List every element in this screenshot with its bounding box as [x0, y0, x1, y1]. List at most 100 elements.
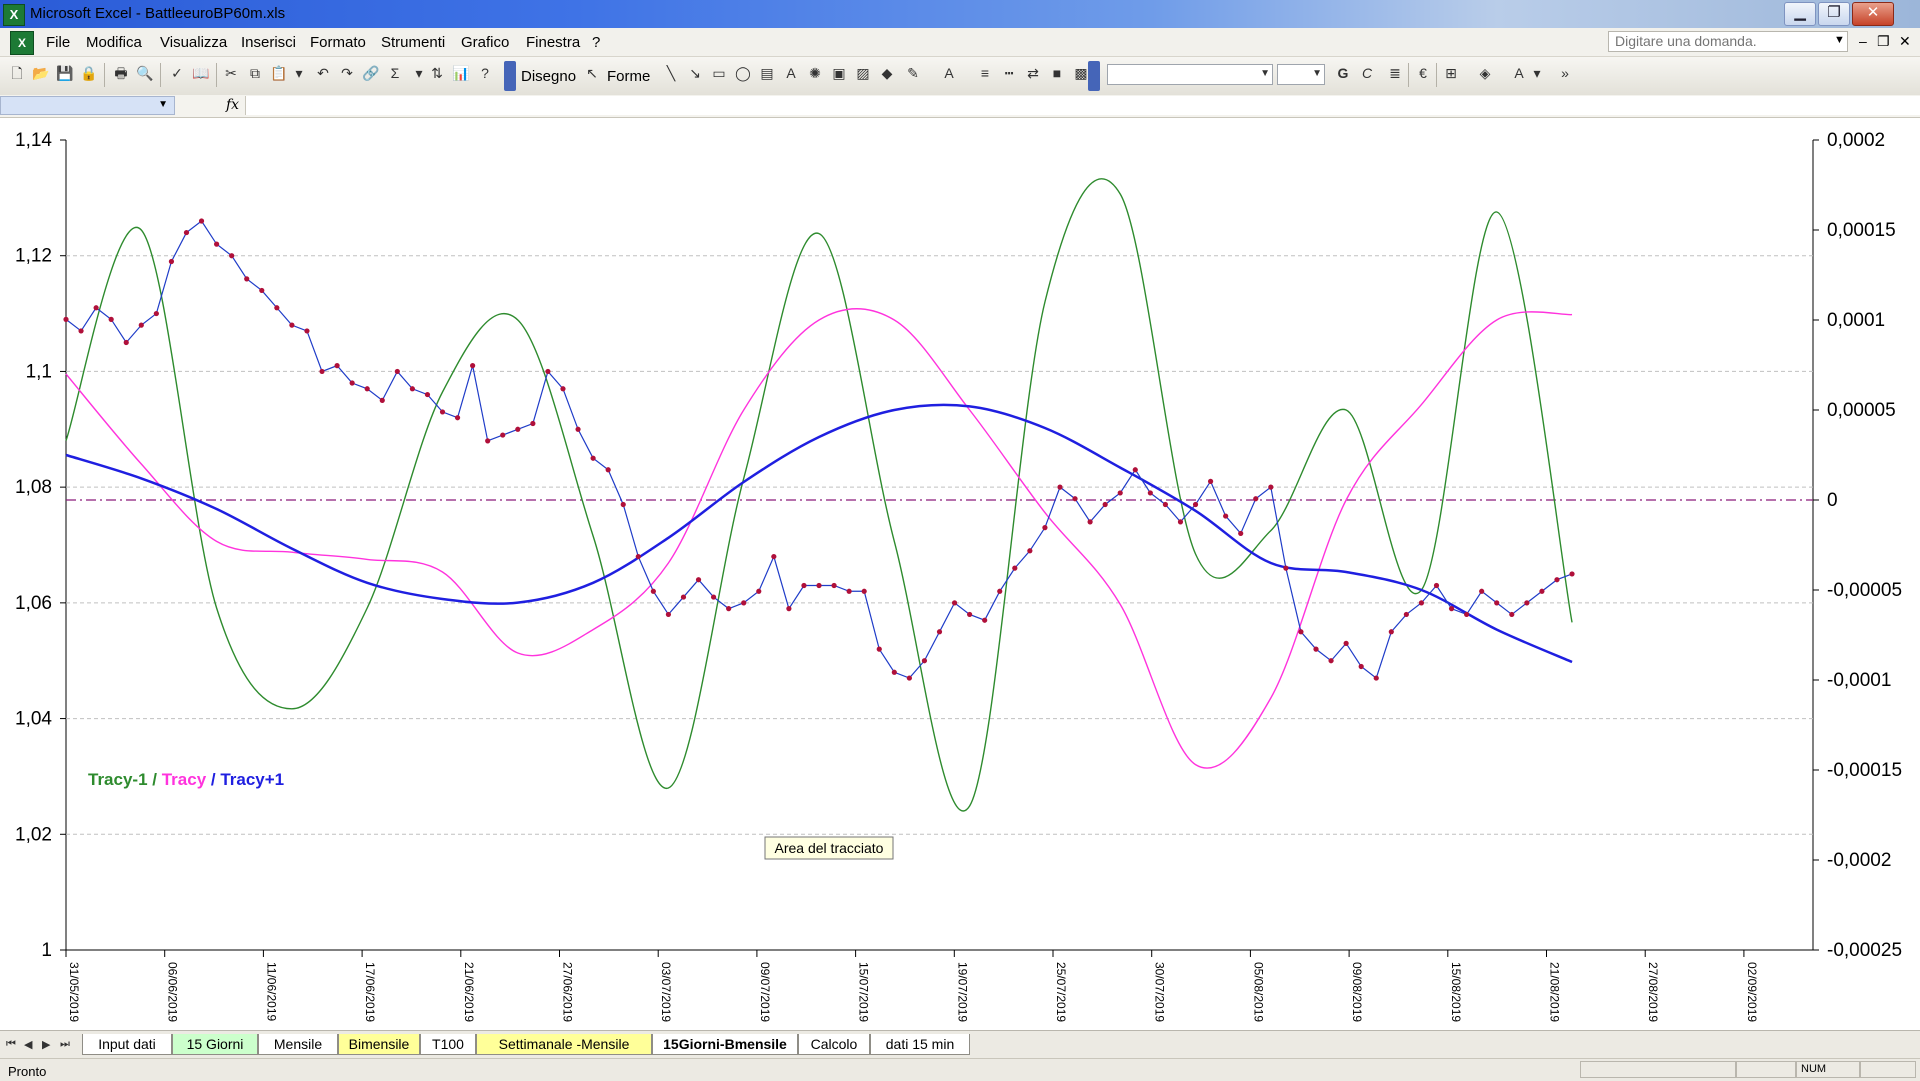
menu-strumenti[interactable]: Strumenti: [381, 34, 445, 51]
textbox-icon[interactable]: ▤: [758, 64, 776, 82]
wordart-icon[interactable]: A: [782, 64, 800, 82]
price-marker: [1448, 606, 1455, 612]
maximize-button[interactable]: ❐: [1818, 2, 1850, 26]
help-search-input[interactable]: [1608, 31, 1848, 52]
price-marker: [1554, 577, 1560, 583]
sheet-tab-15-giorni[interactable]: 15 Giorni: [172, 1034, 258, 1055]
italic-icon[interactable]: C: [1358, 64, 1376, 82]
clipart-icon[interactable]: ▣: [830, 64, 848, 82]
menu-grafico[interactable]: Grafico: [461, 34, 509, 51]
drawing-menu[interactable]: Disegno: [521, 68, 576, 85]
copy-icon[interactable]: ⧉: [246, 64, 264, 82]
select-objects-icon[interactable]: ↖: [583, 64, 601, 82]
sheet-tab-t100[interactable]: T100: [420, 1034, 476, 1055]
open-folder-icon[interactable]: 📂: [32, 64, 50, 82]
cut-icon[interactable]: ✂: [222, 64, 240, 82]
mdi-minimize-button[interactable]: –: [1859, 33, 1867, 49]
sheet-tab-calcolo[interactable]: Calcolo: [798, 1034, 870, 1055]
chevron-down-icon[interactable]: ▾: [1528, 64, 1546, 82]
price-marker: [726, 606, 732, 612]
undo-icon[interactable]: ↶: [314, 64, 332, 82]
right-tick-label: 0,0002: [1827, 130, 1885, 151]
workbook-icon[interactable]: X: [10, 31, 34, 55]
print-preview-icon[interactable]: 🔍: [136, 64, 154, 82]
sort-icon[interactable]: ⇅: [428, 64, 446, 82]
price-marker: [695, 577, 702, 583]
mdi-close-button[interactable]: ✕: [1899, 33, 1911, 50]
line-style-icon[interactable]: ≡: [976, 64, 994, 82]
arrow-icon[interactable]: ↘: [686, 64, 704, 82]
spelling-icon[interactable]: ✓: [168, 64, 186, 82]
sheet-tab-dati-15-min[interactable]: dati 15 min: [870, 1034, 970, 1055]
oval-icon[interactable]: ◯: [734, 64, 752, 82]
shadow-icon[interactable]: ■: [1048, 64, 1066, 82]
next-sheet-icon[interactable]: ▶: [42, 1038, 50, 1051]
paste-icon[interactable]: 📋: [270, 64, 288, 82]
sheet-tab-bimensile[interactable]: Bimensile: [338, 1034, 420, 1055]
text-color-icon[interactable]: A: [1510, 64, 1528, 82]
redo-icon[interactable]: ↷: [338, 64, 356, 82]
euro-icon[interactable]: €: [1414, 64, 1432, 82]
line-icon[interactable]: ╲: [662, 64, 680, 82]
function-icon[interactable]: fx: [226, 97, 239, 113]
fill-color-icon[interactable]: ◆: [878, 64, 896, 82]
toolbar-grip[interactable]: [1088, 61, 1100, 91]
fill-bucket-icon[interactable]: ◈: [1476, 64, 1494, 82]
shapes-menu[interactable]: Forme: [607, 68, 650, 85]
close-button[interactable]: ✕: [1852, 2, 1894, 26]
font-size-combo[interactable]: ▼: [1277, 64, 1325, 85]
right-tick-label: -0,0002: [1827, 850, 1891, 871]
bold-icon[interactable]: G: [1334, 64, 1352, 82]
picture-icon[interactable]: ▨: [854, 64, 872, 82]
hyperlink-icon[interactable]: 🔗: [362, 64, 380, 82]
menu-modifica[interactable]: Modifica: [86, 34, 142, 51]
diagram-icon[interactable]: ✺: [806, 64, 824, 82]
chevron-down-icon[interactable]: ▾: [290, 64, 308, 82]
mdi-restore-button[interactable]: ❐: [1877, 33, 1890, 50]
permission-icon[interactable]: 🔒: [80, 64, 98, 82]
menu-help[interactable]: ?: [592, 34, 600, 51]
save-icon[interactable]: 💾: [56, 64, 74, 82]
previous-sheet-icon[interactable]: ◀: [24, 1038, 32, 1051]
toolbar-grip[interactable]: [504, 61, 516, 91]
chart-plot[interactable]: 1,14 1,12 1,1 1,08 1,06 1,04 1,02 1 0,0002 0,0001…: [0, 118, 1920, 1030]
chart-wizard-icon[interactable]: 📊: [452, 64, 470, 82]
research-icon[interactable]: 📖: [192, 64, 210, 82]
toolbar-separator: [160, 63, 161, 87]
minimize-button[interactable]: ▁: [1784, 2, 1816, 26]
sheet-tab-mensile[interactable]: Mensile: [258, 1034, 338, 1055]
excel-icon[interactable]: X: [3, 4, 25, 26]
menu-finestra[interactable]: Finestra: [526, 34, 580, 51]
sheet-tab-15giorni-bmensile[interactable]: 15Giorni-Bmensile: [652, 1034, 798, 1055]
arrow-style-icon[interactable]: ⇄: [1024, 64, 1042, 82]
first-sheet-icon[interactable]: ⏮: [6, 1038, 16, 1051]
menu-file[interactable]: File: [46, 34, 70, 51]
formula-input[interactable]: [245, 96, 1920, 115]
dash-style-icon[interactable]: ┅: [1000, 64, 1018, 82]
name-box[interactable]: ▼: [0, 96, 175, 115]
chevron-down-icon[interactable]: ▼: [1834, 34, 1845, 46]
rectangle-icon[interactable]: ▭: [710, 64, 728, 82]
font-color-icon[interactable]: A: [940, 64, 958, 82]
autosum-icon[interactable]: Σ: [386, 64, 404, 82]
price-marker: [635, 553, 641, 560]
menu-visualizza[interactable]: Visualizza: [160, 34, 227, 51]
menu-inserisci[interactable]: Inserisci: [241, 34, 296, 51]
help-icon[interactable]: ?: [476, 64, 494, 82]
x-tick-label: 09/08/2019: [1350, 962, 1364, 1022]
menu-formato[interactable]: Formato: [310, 34, 366, 51]
sheet-tab-input-dati[interactable]: Input dati: [82, 1034, 172, 1055]
price-marker: [379, 397, 385, 403]
sheet-tab-settimanale-mensile[interactable]: Settimanale -Mensile: [476, 1034, 652, 1055]
line-color-icon[interactable]: ✎: [904, 64, 922, 82]
chart-area[interactable]: 1,14 1,12 1,1 1,08 1,06 1,04 1,02 1 0,0002 0,0001…: [0, 118, 1920, 1030]
align-icon[interactable]: ≣: [1386, 64, 1404, 82]
chevron-down-icon[interactable]: ▾: [410, 64, 428, 82]
print-icon[interactable]: 🖶: [112, 64, 130, 82]
legend-sep2: /: [206, 770, 220, 789]
new-document-icon[interactable]: 🗋: [8, 64, 26, 82]
font-name-combo[interactable]: ▼: [1107, 64, 1273, 85]
toolbar-options-icon[interactable]: »: [1556, 64, 1574, 82]
last-sheet-icon[interactable]: ⏭: [60, 1038, 70, 1051]
borders-icon[interactable]: ⊞: [1442, 64, 1460, 82]
